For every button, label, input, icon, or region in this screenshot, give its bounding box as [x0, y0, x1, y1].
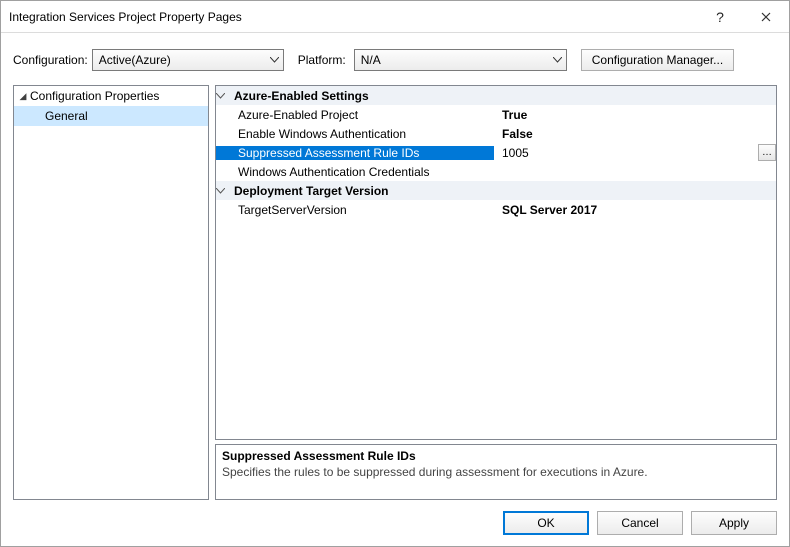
property-row[interactable]: TargetServerVersion SQL Server 2017	[216, 200, 776, 219]
description-text: Specifies the rules to be suppressed dur…	[222, 465, 770, 479]
platform-value: N/A	[361, 53, 381, 67]
tree-item-general[interactable]: General	[14, 106, 208, 126]
expander-icon[interactable]	[216, 188, 234, 194]
ellipsis-button[interactable]: …	[758, 144, 776, 161]
help-icon: ?	[716, 9, 724, 25]
property-name: Suppressed Assessment Rule IDs	[216, 146, 494, 160]
configuration-value: Active(Azure)	[99, 53, 171, 67]
ok-label: OK	[537, 516, 554, 530]
close-button[interactable]	[743, 1, 789, 32]
expander-icon[interactable]	[216, 93, 234, 99]
property-row[interactable]: Windows Authentication Credentials	[216, 162, 776, 181]
property-name: Enable Windows Authentication	[216, 127, 494, 141]
property-name: Windows Authentication Credentials	[216, 165, 494, 179]
apply-label: Apply	[719, 516, 749, 530]
property-value[interactable]: SQL Server 2017	[494, 203, 776, 217]
ok-button[interactable]: OK	[503, 511, 589, 535]
description-title: Suppressed Assessment Rule IDs	[222, 449, 770, 463]
apply-button[interactable]: Apply	[691, 511, 777, 535]
platform-label: Platform:	[298, 53, 346, 67]
ellipsis-icon: …	[762, 147, 772, 158]
property-name: TargetServerVersion	[216, 203, 494, 217]
category-header-azure[interactable]: Azure-Enabled Settings	[216, 86, 776, 105]
configuration-label: Configuration:	[13, 53, 88, 67]
tree-item-label: General	[45, 109, 88, 123]
configuration-manager-button[interactable]: Configuration Manager...	[581, 49, 734, 71]
category-tree[interactable]: ◢ Configuration Properties General	[13, 85, 209, 500]
property-value[interactable]: 1005	[494, 146, 776, 160]
configuration-manager-label: Configuration Manager...	[592, 53, 723, 67]
property-row[interactable]: Azure-Enabled Project True	[216, 105, 776, 124]
dialog-window: Integration Services Project Property Pa…	[0, 0, 790, 547]
properties-column: Azure-Enabled Settings Azure-Enabled Pro…	[215, 85, 777, 500]
platform-dropdown[interactable]: N/A	[354, 49, 567, 71]
window-title: Integration Services Project Property Pa…	[9, 10, 697, 24]
chevron-down-icon	[553, 57, 562, 63]
property-grid[interactable]: Azure-Enabled Settings Azure-Enabled Pro…	[215, 85, 777, 440]
category-label: Deployment Target Version	[234, 184, 388, 198]
property-value[interactable]: False	[494, 127, 776, 141]
description-pane: Suppressed Assessment Rule IDs Specifies…	[215, 444, 777, 500]
cancel-label: Cancel	[621, 516, 658, 530]
main-area: ◢ Configuration Properties General Azure…	[1, 77, 789, 500]
tree-root-label: Configuration Properties	[30, 89, 159, 103]
tree-root-item[interactable]: ◢ Configuration Properties	[14, 86, 208, 106]
property-value[interactable]: True	[494, 108, 776, 122]
expander-collapsed-icon[interactable]: ◢	[16, 91, 30, 102]
dialog-button-row: OK Cancel Apply	[1, 500, 789, 546]
category-header-deployment[interactable]: Deployment Target Version	[216, 181, 776, 200]
configuration-bar: Configuration: Active(Azure) Platform: N…	[1, 43, 789, 77]
property-row-selected[interactable]: Suppressed Assessment Rule IDs 1005 …	[216, 143, 776, 162]
titlebar: Integration Services Project Property Pa…	[1, 1, 789, 33]
configuration-dropdown[interactable]: Active(Azure)	[92, 49, 284, 71]
help-button[interactable]: ?	[697, 1, 743, 32]
property-row[interactable]: Enable Windows Authentication False	[216, 124, 776, 143]
chevron-down-icon	[270, 57, 279, 63]
cancel-button[interactable]: Cancel	[597, 511, 683, 535]
property-name: Azure-Enabled Project	[216, 108, 494, 122]
category-label: Azure-Enabled Settings	[234, 89, 369, 103]
close-icon	[761, 12, 771, 22]
